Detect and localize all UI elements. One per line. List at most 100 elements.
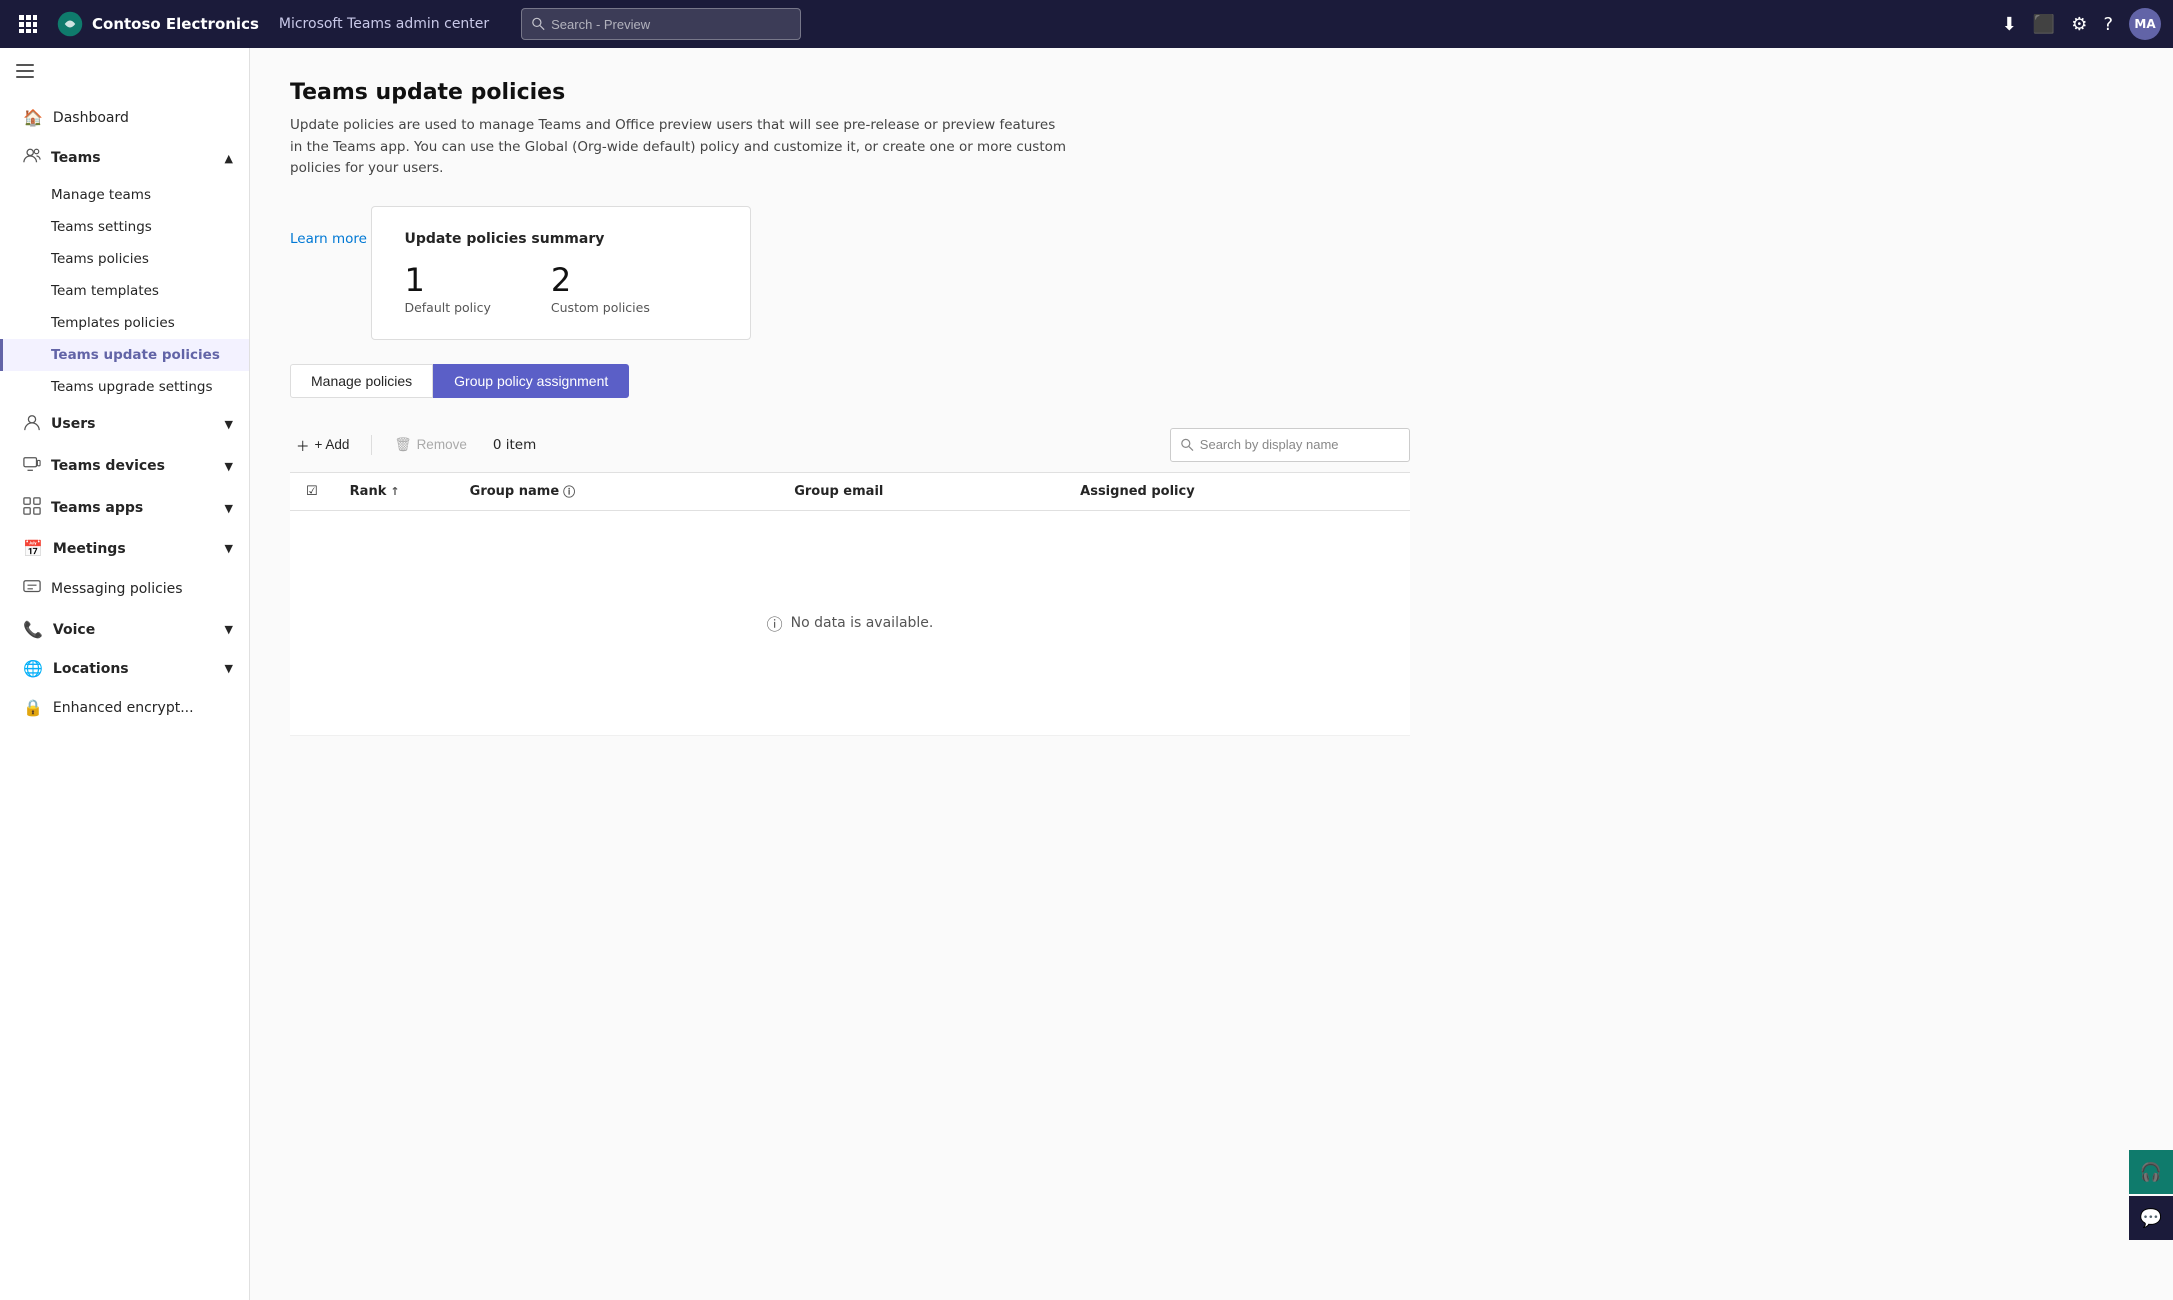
devices-chevron-icon: ▼ <box>225 460 233 473</box>
checkbox-icon[interactable]: ☑ <box>306 484 318 499</box>
topnav-actions: ⬇ ⬛ ⚙ ? MA <box>2002 8 2161 40</box>
custom-policy-count: 2 <box>551 263 650 298</box>
sidebar-item-meetings[interactable]: 📅 Meetings ▼ <box>0 529 249 568</box>
add-button[interactable]: ＋ + Add <box>290 431 355 459</box>
locations-chevron-icon: ▼ <box>225 662 233 675</box>
sidebar-encrypt-label: Enhanced encrypt... <box>53 700 194 716</box>
sidebar-item-teams-upgrade-settings[interactable]: Teams upgrade settings <box>0 371 249 403</box>
sidebar-item-teams-devices[interactable]: Teams devices ▼ <box>0 445 249 487</box>
sidebar-item-teams-settings[interactable]: Teams settings <box>0 211 249 243</box>
lock-icon: 🔒 <box>23 698 43 717</box>
support-float-btn[interactable]: 🎧 <box>2129 1150 2173 1194</box>
app-name: Microsoft Teams admin center <box>279 16 489 32</box>
search-box[interactable] <box>1170 428 1410 462</box>
custom-policy-label: Custom policies <box>551 300 650 315</box>
sidebar-item-manage-teams[interactable]: Manage teams <box>0 179 249 211</box>
no-data-message: ⓘ No data is available. <box>306 523 1394 723</box>
sidebar-item-locations[interactable]: 🌐 Locations ▼ <box>0 649 249 688</box>
sidebar-item-messaging-policies[interactable]: Messaging policies <box>0 568 249 610</box>
users-icon <box>23 413 41 435</box>
th-checkbox: ☑ <box>290 473 334 511</box>
default-policy-count: 1 <box>404 263 490 298</box>
avatar[interactable]: MA <box>2129 8 2161 40</box>
add-label: + Add <box>315 437 350 452</box>
group-policy-table: ☑ Rank ↑ Group name ⓘ <box>290 473 1410 736</box>
th-rank[interactable]: Rank ↑ <box>334 473 454 511</box>
no-data-label: No data is available. <box>791 615 934 631</box>
org-name: Contoso Electronics <box>92 15 259 33</box>
chat-icon: 💬 <box>2140 1208 2162 1229</box>
headset-icon: 🎧 <box>2140 1162 2162 1183</box>
page-description: Update policies are used to manage Teams… <box>290 115 1070 180</box>
group-name-info-icon: ⓘ <box>563 483 575 500</box>
item-count: 0 item <box>493 437 536 453</box>
help-icon[interactable]: ? <box>2103 14 2113 35</box>
sidebar-item-teams-policies[interactable]: Teams policies <box>0 243 249 275</box>
no-data-icon: ⓘ <box>767 611 783 635</box>
app-logo: Contoso Electronics <box>56 10 259 38</box>
sidebar-toggle[interactable] <box>0 48 249 98</box>
sidebar-item-teams-update-policies[interactable]: Teams update policies <box>0 339 249 371</box>
settings-icon[interactable]: ⚙ <box>2071 14 2087 35</box>
apps-chevron-icon: ▼ <box>225 502 233 515</box>
remove-button[interactable]: 🗑 Remove <box>388 433 472 457</box>
voice-icon: 📞 <box>23 620 43 639</box>
sidebar-users-label: Users <box>51 416 95 432</box>
sidebar-item-teams[interactable]: Teams ▲ <box>0 137 249 179</box>
sidebar-devices-label: Teams devices <box>51 458 165 474</box>
sidebar-item-dashboard[interactable]: 🏠 Dashboard <box>0 98 249 137</box>
sidebar-item-users[interactable]: Users ▼ <box>0 403 249 445</box>
sidebar-locations-label: Locations <box>53 661 129 677</box>
sidebar-voice-label: Voice <box>53 622 95 638</box>
teams-chevron-icon: ▲ <box>225 152 233 165</box>
group-email-col-label: Group email <box>794 484 883 499</box>
remove-label: Remove <box>417 437 467 452</box>
page-title: Teams update policies <box>290 80 1410 105</box>
meetings-icon: 📅 <box>23 539 43 558</box>
meetings-chevron-icon: ▼ <box>225 542 233 555</box>
sidebar: 🏠 Dashboard Teams ▲ Manage teams Teams s… <box>0 48 250 1300</box>
teams-subitems: Manage teams Teams settings Teams polici… <box>0 179 249 403</box>
table-toolbar: ＋ + Add 🗑 Remove 0 item <box>290 418 1410 473</box>
th-assigned-policy[interactable]: Assigned policy <box>1064 473 1410 511</box>
sidebar-teams-label: Teams <box>51 150 101 166</box>
devices-icon <box>23 455 41 477</box>
assigned-policy-col-label: Assigned policy <box>1080 484 1195 499</box>
th-group-name[interactable]: Group name ⓘ <box>454 473 779 511</box>
sidebar-item-voice[interactable]: 📞 Voice ▼ <box>0 610 249 649</box>
custom-policy-stat: 2 Custom policies <box>551 263 650 315</box>
summary-card: Update policies summary 1 Default policy… <box>371 206 751 340</box>
grid-menu-icon[interactable] <box>12 8 44 40</box>
sidebar-dashboard-label: Dashboard <box>53 110 129 126</box>
sidebar-meetings-label: Meetings <box>53 541 126 557</box>
tab-group-policy-assignment[interactable]: Group policy assignment <box>433 364 629 398</box>
sidebar-messaging-label: Messaging policies <box>51 581 183 597</box>
th-group-email[interactable]: Group email <box>778 473 1064 511</box>
summary-card-title: Update policies summary <box>404 231 718 247</box>
default-policy-label: Default policy <box>404 300 490 315</box>
group-name-col-label: Group name <box>470 484 560 499</box>
sort-icon: ↑ <box>390 485 399 498</box>
default-policy-stat: 1 Default policy <box>404 263 490 315</box>
search-input[interactable] <box>551 17 790 32</box>
sidebar-item-enhanced-encrypt[interactable]: 🔒 Enhanced encrypt... <box>0 688 249 727</box>
users-chevron-icon: ▼ <box>225 418 233 431</box>
chat-float-btn[interactable]: 💬 <box>2129 1196 2173 1240</box>
summary-stats: 1 Default policy 2 Custom policies <box>404 263 718 315</box>
learn-more-link[interactable]: Learn more <box>290 231 367 247</box>
sidebar-item-templates-policies[interactable]: Templates policies <box>0 307 249 339</box>
teams-icon <box>23 147 41 169</box>
tab-manage-policies[interactable]: Manage policies <box>290 364 433 398</box>
sidebar-apps-label: Teams apps <box>51 500 143 516</box>
download-icon[interactable]: ⬇ <box>2002 14 2017 35</box>
policy-tabs: Manage policies Group policy assignment <box>290 364 1410 398</box>
search-input[interactable] <box>1200 437 1399 452</box>
apps-icon <box>23 497 41 519</box>
rank-col-label: Rank <box>350 484 387 499</box>
sidebar-item-team-templates[interactable]: Team templates <box>0 275 249 307</box>
sidebar-item-teams-apps[interactable]: Teams apps ▼ <box>0 487 249 529</box>
global-search[interactable] <box>521 8 801 40</box>
screen-icon[interactable]: ⬛ <box>2033 14 2055 35</box>
toolbar-divider <box>371 435 372 455</box>
topnav: Contoso Electronics Microsoft Teams admi… <box>0 0 2173 48</box>
